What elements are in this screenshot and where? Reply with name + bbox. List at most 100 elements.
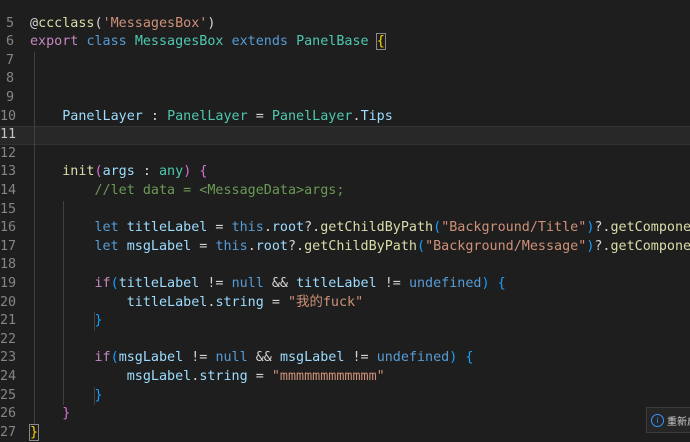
code-token: :	[135, 164, 159, 179]
code-token: ?.	[594, 239, 610, 254]
code-token: }	[30, 425, 38, 440]
code-line[interactable]: 27}	[0, 424, 690, 442]
code-token: }	[95, 388, 103, 403]
code-line[interactable]: 7	[0, 52, 690, 71]
code-token	[30, 295, 127, 310]
code-line[interactable]: 21 }	[0, 312, 690, 331]
line-number: 12	[0, 145, 14, 164]
line-number: 24	[0, 368, 14, 387]
code-line[interactable]: 25 }	[0, 387, 690, 406]
code-line[interactable]: 10 PanelLayer : PanelLayer = PanelLayer.…	[0, 108, 690, 127]
code-token: 'MessagesBox'	[103, 16, 208, 31]
code-token: getChildByPath	[320, 220, 433, 235]
line-number: 6	[0, 33, 14, 52]
code-text: export class MessagesBox extends PanelBa…	[30, 33, 385, 52]
code-token: ?.	[288, 239, 304, 254]
code-token: export	[30, 34, 78, 49]
code-token: ?.	[304, 220, 320, 235]
code-token	[224, 34, 232, 49]
code-token: titleLabel	[296, 276, 377, 291]
code-line[interactable]: 22	[0, 331, 690, 350]
line-number: 15	[0, 201, 14, 220]
code-token: (	[95, 164, 103, 179]
code-text: if(titleLabel != null && titleLabel != u…	[30, 275, 506, 294]
code-text: let titleLabel = this.root?.getChildByPa…	[30, 219, 690, 238]
code-line[interactable]: 23 if(msgLabel != null && msgLabel != un…	[0, 349, 690, 368]
code-token: msgLabel	[127, 369, 192, 384]
code-token: getComponent	[611, 220, 690, 235]
line-number: 9	[0, 89, 14, 108]
code-token: )	[207, 16, 215, 31]
code-line[interactable]: 8	[0, 70, 690, 89]
code-token: (	[417, 239, 425, 254]
code-line[interactable]: 18	[0, 256, 690, 275]
code-token	[30, 183, 95, 198]
code-token: MessagesBox	[135, 34, 224, 49]
line-number: 8	[0, 70, 14, 89]
code-token: {	[465, 350, 473, 365]
code-token	[490, 276, 498, 291]
code-text: }	[30, 424, 38, 442]
code-token: ?.	[594, 220, 610, 235]
code-text: }	[30, 405, 70, 424]
code-token: root	[256, 239, 288, 254]
code-token: args	[103, 164, 135, 179]
code-token	[119, 239, 127, 254]
code-token: string	[215, 295, 263, 310]
code-token	[369, 34, 377, 49]
code-token: PanelLayer	[167, 109, 248, 124]
code-token: {	[199, 164, 207, 179]
code-token: =	[207, 220, 231, 235]
code-text: titleLabel.string = "我的fuck"	[30, 294, 363, 313]
code-token: PanelBase	[296, 34, 369, 49]
code-token: ccclass	[38, 16, 94, 31]
info-icon: i	[651, 414, 664, 427]
code-line[interactable]: 19 if(titleLabel != null && titleLabel !…	[0, 275, 690, 294]
code-editor[interactable]: 5@ccclass('MessagesBox')6 export class Me…	[0, 0, 690, 441]
line-number: 11	[0, 127, 14, 144]
code-line[interactable]: 16 let titleLabel = this.root?.getChildB…	[0, 219, 690, 238]
code-line[interactable]: 26 }	[0, 405, 690, 424]
code-text: PanelLayer : PanelLayer = PanelLayer.Tip…	[30, 108, 393, 127]
code-line[interactable]: 9	[0, 89, 690, 108]
code-token: {	[498, 276, 506, 291]
code-line[interactable]: 14 //let data = <MessageData>args;	[0, 182, 690, 201]
code-token: (	[433, 220, 441, 235]
code-token: }	[62, 406, 70, 421]
code-text: //let data = <MessageData>args;	[30, 182, 344, 201]
code-token: //let data = <MessageData>args;	[95, 183, 345, 198]
line-number: 16	[0, 219, 14, 238]
code-line[interactable]: 12	[0, 145, 690, 164]
code-line[interactable]: 17 let msgLabel = this.root?.getChildByP…	[0, 238, 690, 257]
code-line[interactable]: 11	[0, 126, 690, 145]
code-token: undefined	[377, 350, 450, 365]
code-token: PanelLayer	[272, 109, 353, 124]
code-text: init(args : any) {	[30, 163, 207, 182]
code-token: msgLabel	[280, 350, 345, 365]
code-token: getComponent	[611, 239, 690, 254]
indent-guide	[63, 201, 64, 406]
code-line[interactable]: 15	[0, 201, 690, 220]
code-token: }	[95, 313, 103, 328]
code-line[interactable]: 20 titleLabel.string = "我的fuck"	[0, 294, 690, 313]
code-token: =	[248, 109, 272, 124]
code-token: let	[95, 220, 119, 235]
code-token: (	[111, 276, 119, 291]
code-token: let	[95, 239, 119, 254]
code-line[interactable]: 6 export class MessagesBox extends PanelB…	[0, 33, 690, 52]
notification-toast[interactable]: i 重新启动	[646, 407, 690, 433]
code-token: {	[377, 34, 385, 49]
line-number: 25	[0, 387, 14, 406]
code-token: getChildByPath	[304, 239, 417, 254]
code-line[interactable]: 5@ccclass('MessagesBox')	[0, 15, 690, 34]
line-number: 26	[0, 405, 14, 424]
code-token: =	[264, 295, 288, 310]
code-token: this	[232, 220, 264, 235]
code-text: @ccclass('MessagesBox')	[30, 15, 215, 34]
code-token: "Background/Message"	[425, 239, 586, 254]
code-token: msgLabel	[127, 239, 192, 254]
line-number: 27	[0, 424, 14, 442]
code-line[interactable]: 13 init(args : any) {	[0, 163, 690, 182]
line-number: 10	[0, 108, 14, 127]
code-line[interactable]: 24 msgLabel.string = "mmmmmmmmmmmm"	[0, 368, 690, 387]
